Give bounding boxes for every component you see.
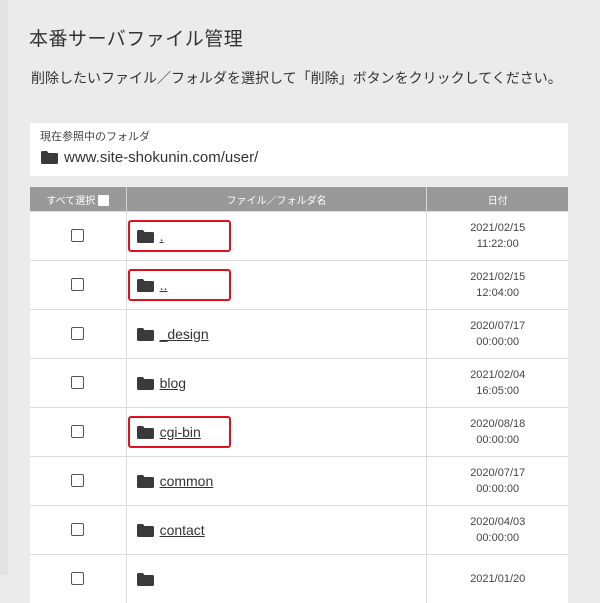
folder-entry: . xyxy=(127,228,427,244)
row-time: 11:22:00 xyxy=(427,236,568,252)
row-date: 2020/08/18 xyxy=(427,416,568,432)
folder-link[interactable]: cgi-bin xyxy=(160,424,201,440)
folder-entry: contact xyxy=(127,522,427,538)
row-name-cell: . xyxy=(126,212,427,261)
folder-icon xyxy=(137,426,154,439)
current-folder-path: www.site-shokunin.com/user/ xyxy=(41,149,258,166)
folder-icon xyxy=(137,328,154,341)
row-date: 2021/02/15 xyxy=(427,220,568,236)
name-column-header: ファイル／フォルダ名 xyxy=(126,187,427,212)
folder-entry: .. xyxy=(127,277,427,293)
folder-entry: common xyxy=(127,473,427,489)
row-name-cell: contact xyxy=(126,506,427,555)
folder-link[interactable]: _design xyxy=(160,326,209,342)
row-checkbox[interactable] xyxy=(71,572,84,585)
page-title: 本番サーバファイル管理 xyxy=(29,24,243,51)
file-table-header: すべて選択 ファイル／フォルダ名 日付 xyxy=(30,187,568,212)
folder-icon xyxy=(137,475,154,488)
folder-entry: blog xyxy=(127,375,427,391)
current-folder-label: 現在参照中のフォルダ xyxy=(40,128,150,144)
row-checkbox-cell xyxy=(30,555,126,603)
row-date-cell: 2020/04/0300:00:00 xyxy=(427,506,568,555)
table-row: cgi-bin 2020/08/1800:00:00 xyxy=(30,408,568,457)
row-checkbox-cell xyxy=(30,457,126,506)
row-name-cell: _design xyxy=(126,310,427,359)
folder-link[interactable]: .. xyxy=(160,277,168,293)
row-time: 00:00:00 xyxy=(427,432,568,448)
row-checkbox[interactable] xyxy=(71,327,84,340)
left-edge-bar xyxy=(0,0,8,575)
row-date-cell: 2021/02/1511:22:00 xyxy=(427,212,568,261)
row-checkbox-cell xyxy=(30,359,126,408)
select-all-checkbox[interactable] xyxy=(98,195,109,206)
row-name-cell: cgi-bin xyxy=(126,408,427,457)
row-date-cell: 2020/07/1700:00:00 xyxy=(427,310,568,359)
folder-icon xyxy=(137,377,154,390)
table-row: 2021/01/20 xyxy=(30,555,568,603)
row-name-cell: common xyxy=(126,457,427,506)
row-checkbox[interactable] xyxy=(71,474,84,487)
table-row: blog 2021/02/0416:05:00 xyxy=(30,359,568,408)
row-time: 16:05:00 xyxy=(427,383,568,399)
folder-entry xyxy=(127,573,427,586)
folder-link[interactable]: . xyxy=(160,228,164,244)
row-date-cell: 2020/08/1800:00:00 xyxy=(427,408,568,457)
folder-icon xyxy=(137,230,154,243)
row-checkbox[interactable] xyxy=(71,376,84,389)
select-all-label: すべて選択 xyxy=(46,196,95,207)
current-folder-path-text: www.site-shokunin.com/user/ xyxy=(64,149,258,166)
row-time: 00:00:00 xyxy=(427,530,568,546)
row-name-cell: .. xyxy=(126,261,427,310)
row-checkbox[interactable] xyxy=(71,425,84,438)
page-description: 削除したいファイル／フォルダを選択して「削除」ボタンをクリックしてください。 xyxy=(31,67,571,89)
row-checkbox-cell xyxy=(30,408,126,457)
table-row: contact 2020/04/0300:00:00 xyxy=(30,506,568,555)
folder-link[interactable]: blog xyxy=(160,375,186,391)
folder-entry: _design xyxy=(127,326,427,342)
row-date: 2021/02/15 xyxy=(427,269,568,285)
file-table-body: .2021/02/1511:22:00..2021/02/1512:04:00_… xyxy=(30,212,568,603)
table-row: .. 2021/02/1512:04:00 xyxy=(30,261,568,310)
row-date-cell: 2021/02/1512:04:00 xyxy=(427,261,568,310)
row-name-cell: blog xyxy=(126,359,427,408)
folder-link[interactable]: contact xyxy=(160,522,205,538)
table-row: . 2021/02/1511:22:00 xyxy=(30,212,568,261)
file-table: すべて選択 ファイル／フォルダ名 日付 .2021/02/1511:22:00.… xyxy=(30,187,568,603)
row-name-cell xyxy=(126,555,427,603)
table-row: _design 2020/07/1700:00:00 xyxy=(30,310,568,359)
table-row: common 2020/07/1700:00:00 xyxy=(30,457,568,506)
row-checkbox[interactable] xyxy=(71,229,84,242)
row-checkbox-cell xyxy=(30,310,126,359)
select-all-header: すべて選択 xyxy=(30,187,126,212)
row-date-cell: 2021/02/0416:05:00 xyxy=(427,359,568,408)
row-date: 2021/02/04 xyxy=(427,367,568,383)
folder-icon xyxy=(137,573,154,586)
folder-icon xyxy=(41,151,58,164)
row-date: 2020/07/17 xyxy=(427,465,568,481)
folder-icon xyxy=(137,279,154,292)
row-date: 2020/07/17 xyxy=(427,318,568,334)
row-date: 2020/04/03 xyxy=(427,514,568,530)
date-column-header: 日付 xyxy=(427,187,568,212)
row-checkbox-cell xyxy=(30,212,126,261)
folder-icon xyxy=(137,524,154,537)
row-time: 00:00:00 xyxy=(427,334,568,350)
row-date: 2021/01/20 xyxy=(427,571,568,587)
row-time: 00:00:00 xyxy=(427,481,568,497)
row-date-cell: 2021/01/20 xyxy=(427,555,568,603)
row-date-cell: 2020/07/1700:00:00 xyxy=(427,457,568,506)
folder-entry: cgi-bin xyxy=(127,424,427,440)
row-checkbox-cell xyxy=(30,506,126,555)
folder-link[interactable]: common xyxy=(160,473,214,489)
row-checkbox[interactable] xyxy=(71,278,84,291)
row-checkbox-cell xyxy=(30,261,126,310)
row-time: 12:04:00 xyxy=(427,285,568,301)
current-folder-panel: 現在参照中のフォルダ www.site-shokunin.com/user/ xyxy=(30,123,568,176)
row-checkbox[interactable] xyxy=(71,523,84,536)
